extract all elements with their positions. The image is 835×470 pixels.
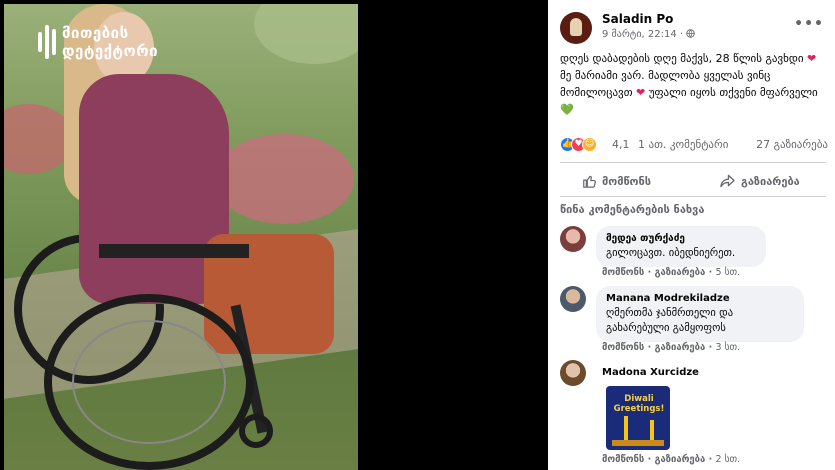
author-name[interactable]: Saladin Po [602, 12, 673, 26]
like-button[interactable]: მომწონს [582, 170, 651, 192]
logo-line-1: მითების [62, 24, 129, 42]
comment-share-link[interactable]: გაზიარება [655, 454, 706, 465]
rear-wheel-right [44, 294, 254, 470]
share-label: გაზიარება [741, 174, 800, 188]
logo-line-2: დეტექტორი [62, 42, 159, 60]
logo: მითების დეტექტორი [38, 24, 158, 60]
diwali-sticker[interactable]: Diwali Greetings! [606, 386, 670, 450]
sticker-text: Diwali Greetings! [613, 394, 665, 414]
post-actions: მომწონს გაზიარება [560, 166, 826, 194]
tree-foliage [254, 4, 358, 64]
media-viewer: მითების დეტექტორი [0, 0, 548, 470]
heart-emoji-icon: ❤ [807, 52, 817, 65]
reactions-summary: 👍 ♥ ☺ 4,1 1 ათ. კომენტარი 27 გაზიარება [560, 135, 828, 155]
share-arrow-icon [720, 174, 735, 188]
lamp-base-icon [612, 440, 664, 446]
wheel-rim [72, 320, 226, 444]
more-dots-icon[interactable]: ••• [794, 16, 824, 32]
heart-emoji-icon: ❤ [636, 86, 646, 99]
view-previous-comments-link[interactable]: წინა კომენტარების ნახვა [560, 203, 704, 216]
avatar[interactable] [560, 286, 586, 312]
logo-bars-icon [38, 25, 56, 59]
post-timestamp[interactable]: 9 მარტი, 22:14 · [602, 29, 695, 40]
comment-meta: მომწონს · გაზიარება · 2 სთ. [602, 454, 741, 465]
comment-item: Madona Xurcidze Diwali Greetings! მომწონ… [560, 360, 830, 470]
comments-count[interactable]: 1 ათ. კომენტარი [638, 138, 728, 151]
comment-share-link[interactable]: გაზიარება [655, 267, 706, 278]
comment-meta: მომწონს · გაზიარება · 3 სთ. [602, 342, 741, 353]
comment-time[interactable]: 5 სთ. [716, 267, 741, 278]
shares-count[interactable]: 27 გაზიარება [756, 138, 828, 151]
globe-icon [686, 29, 695, 40]
commenter-name[interactable]: Manana Modrekiladze [606, 292, 794, 306]
post-text: დღეს დაბადების დღე მაქვს, 28 წლის გავხდი… [560, 50, 830, 118]
share-button[interactable]: გაზიარება [720, 170, 800, 192]
avatar[interactable] [560, 12, 592, 44]
comment-item: Manana Modrekiladze ღმერთმა ჯანმრთელი და… [560, 286, 830, 356]
comment-meta: მომწონს · გაზიარება · 5 სთ. [602, 267, 741, 278]
comment-bubble: Manana Modrekiladze ღმერთმა ჯანმრთელი და… [596, 286, 804, 342]
comment-bubble: მედეა თურქაძე გილოცავთ. იბედნიერეთ. [596, 226, 766, 267]
comment-text: გილოცავთ. იბედნიერეთ. [606, 247, 736, 259]
comment-share-link[interactable]: გაზიარება [655, 342, 706, 353]
post-text-3: უფალი იყოს თქვენი მფარველი [648, 86, 818, 99]
reaction-count[interactable]: 4,1 [612, 138, 630, 151]
comment-item: მედეა თურქაძე გილოცავთ. იბედნიერეთ. მომწ… [560, 226, 830, 282]
comment-like-link[interactable]: მომწონს [602, 454, 644, 465]
caster-wheel [239, 414, 273, 448]
like-label: მომწონს [602, 174, 652, 188]
comment-like-link[interactable]: მომწონს [602, 342, 644, 353]
comment-like-link[interactable]: მომწონს [602, 267, 644, 278]
divider [560, 162, 826, 163]
wheelchair-frame [99, 244, 249, 258]
comment-time[interactable]: 3 სთ. [716, 342, 741, 353]
thumbs-up-icon [583, 175, 596, 188]
avatar[interactable] [560, 360, 586, 386]
commenter-name[interactable]: Madona Xurcidze [602, 366, 699, 380]
flower-bush [214, 134, 354, 224]
post-panel: Saladin Po 9 მარტი, 22:14 · ••• დღეს დაბ… [548, 0, 835, 470]
comment-time[interactable]: 2 სთ. [716, 454, 741, 465]
avatar[interactable] [560, 226, 586, 252]
divider [560, 196, 826, 197]
post-time-text[interactable]: 9 მარტი, 22:14 · [602, 29, 686, 40]
post-photo[interactable] [4, 4, 358, 470]
green-heart-emoji-icon: 💚 [560, 103, 574, 116]
commenter-name[interactable]: მედეა თურქაძე [606, 232, 756, 246]
reaction-icons[interactable]: 👍 ♥ ☺ [560, 137, 597, 152]
post-text-1: დღეს დაბადების დღე მაქვს, 28 წლის გავხდი [560, 52, 804, 65]
comment-text: ღმერთმა ჯანმრთელი და გახარებული გამყოფოს [606, 307, 734, 334]
care-reaction-icon: ☺ [582, 137, 597, 152]
post-header: Saladin Po 9 მარტი, 22:14 · ••• [560, 10, 830, 46]
